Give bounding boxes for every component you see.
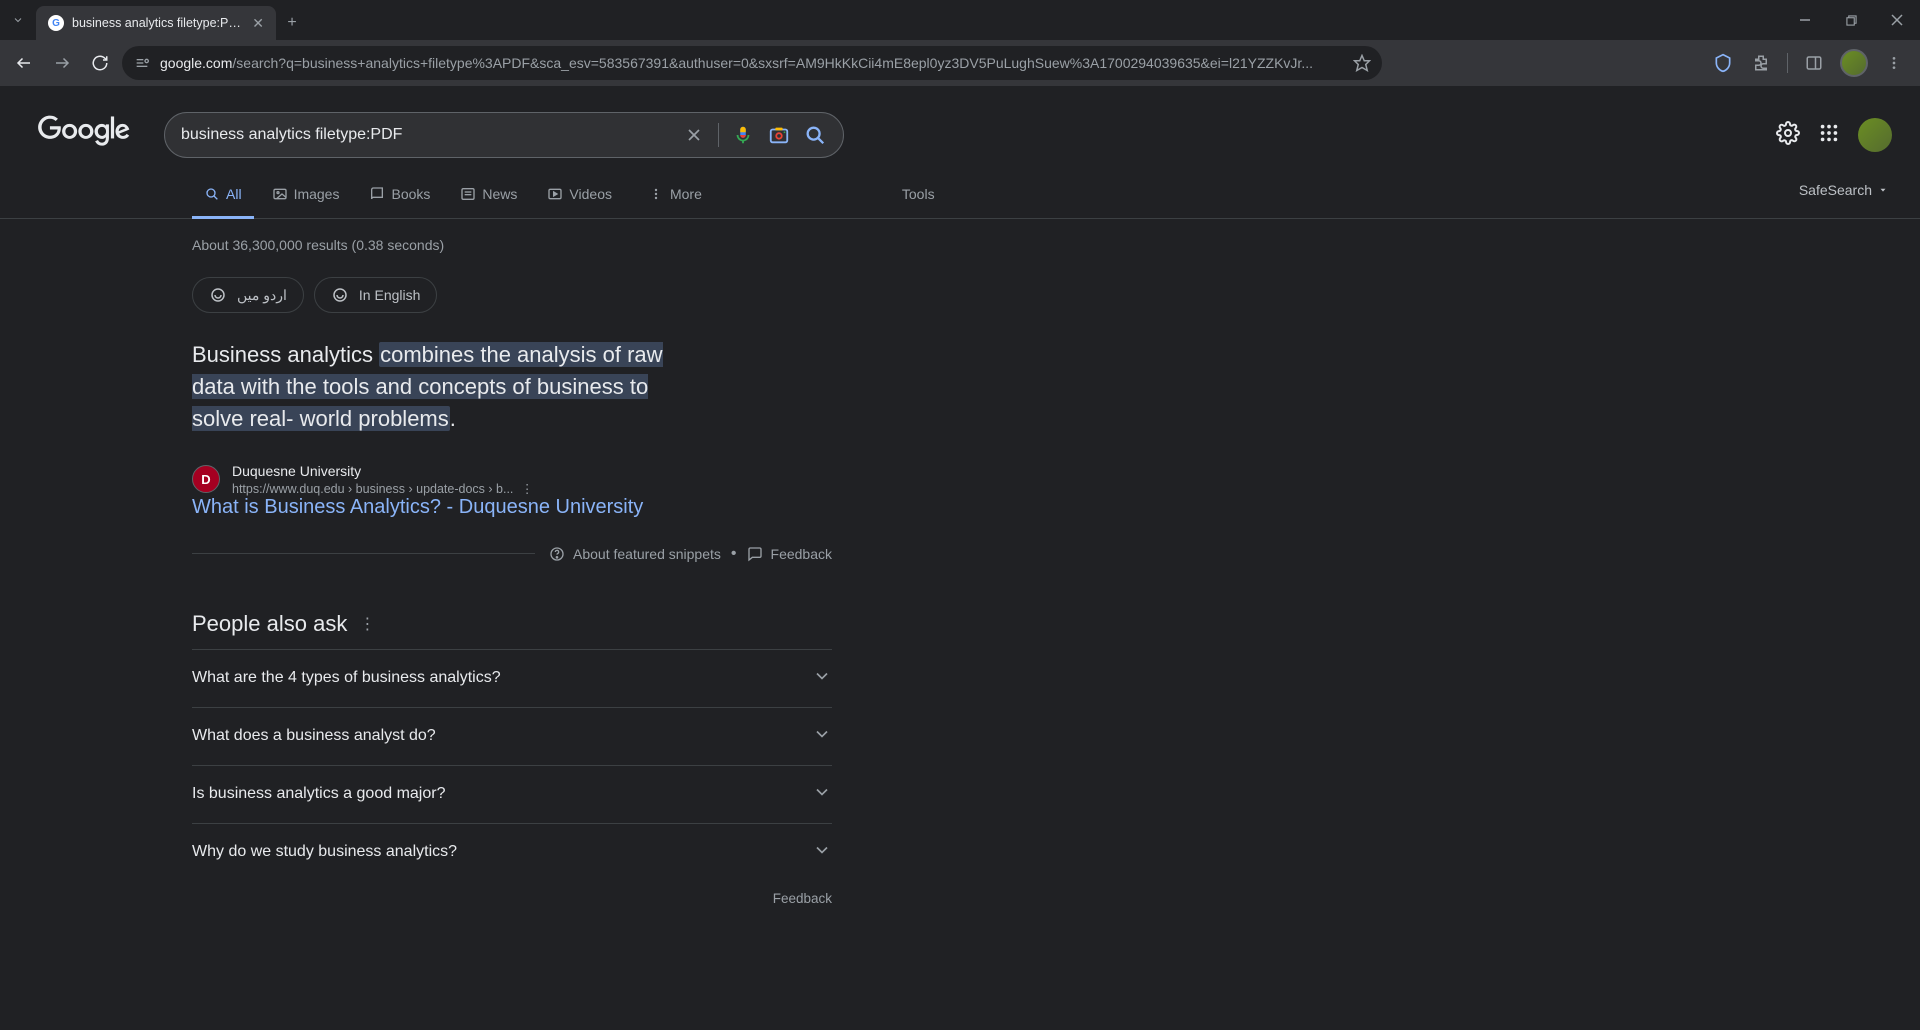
- safesearch-dropdown[interactable]: SafeSearch: [1799, 182, 1888, 212]
- chip-english[interactable]: In English: [314, 277, 437, 313]
- window-controls: [1782, 0, 1920, 40]
- site-info-icon[interactable]: [132, 53, 152, 73]
- search-nav-tabs: All Images Books News Videos More Tools …: [0, 158, 1920, 219]
- source-site-name: Duquesne University: [232, 463, 533, 479]
- about-featured-snippets[interactable]: About featured snippets: [549, 546, 721, 562]
- forward-button[interactable]: [46, 47, 78, 79]
- feedback-link[interactable]: Feedback: [747, 546, 832, 562]
- google-header: [0, 86, 1920, 158]
- featured-snippet: Business analytics combines the analysis…: [192, 339, 680, 435]
- source-menu-icon[interactable]: ⋮: [521, 482, 534, 496]
- new-tab-button[interactable]: +: [276, 6, 308, 40]
- chevron-down-icon: [812, 724, 832, 749]
- paa-item[interactable]: What are the 4 types of business analyti…: [192, 649, 832, 707]
- chrome-menu-icon[interactable]: [1882, 51, 1906, 75]
- browser-toolbar: google.com/search?q=business+analytics+f…: [0, 40, 1920, 86]
- results-area: About 36,300,000 results (0.38 seconds) …: [0, 219, 680, 906]
- tab-videos[interactable]: Videos: [535, 176, 624, 219]
- snippet-source: D Duquesne University https://www.duq.ed…: [192, 463, 680, 496]
- minimize-button[interactable]: [1782, 0, 1828, 40]
- url-text: google.com/search?q=business+analytics+f…: [160, 55, 1344, 71]
- reload-button[interactable]: [84, 47, 116, 79]
- paa-title: People also ask: [192, 611, 347, 637]
- tab-more[interactable]: More: [636, 176, 714, 219]
- image-search-icon[interactable]: [767, 123, 791, 147]
- browser-chrome: G business analytics filetype:PDF ✕ + go…: [0, 0, 1920, 86]
- profile-avatar[interactable]: [1840, 49, 1868, 77]
- search-input[interactable]: [181, 126, 670, 144]
- google-header-right: [1776, 118, 1920, 152]
- google-logo[interactable]: [38, 114, 130, 156]
- chevron-down-icon: [812, 840, 832, 865]
- back-button[interactable]: [8, 47, 40, 79]
- language-chips: اردو میں In English: [192, 277, 680, 313]
- tab-books[interactable]: Books: [357, 176, 442, 219]
- toolbar-separator: [1787, 53, 1788, 73]
- result-title-link[interactable]: What is Business Analytics? - Duquesne U…: [192, 496, 643, 518]
- paa-feedback-link[interactable]: Feedback: [192, 891, 832, 906]
- voice-search-icon[interactable]: [731, 123, 755, 147]
- maximize-button[interactable]: [1828, 0, 1874, 40]
- tools-button[interactable]: Tools: [890, 176, 947, 219]
- tab-images[interactable]: Images: [260, 176, 352, 219]
- titlebar: G business analytics filetype:PDF ✕ +: [0, 0, 1920, 40]
- search-button-icon[interactable]: [803, 123, 827, 147]
- tab-news[interactable]: News: [448, 176, 529, 219]
- source-url: https://www.duq.edu › business › update-…: [232, 481, 533, 496]
- address-bar[interactable]: google.com/search?q=business+analytics+f…: [122, 46, 1382, 80]
- paa-menu-icon[interactable]: ⋮: [359, 614, 375, 634]
- tab-search-dropdown[interactable]: [0, 0, 36, 40]
- paa-item[interactable]: Is business analytics a good major?: [192, 765, 832, 823]
- account-avatar[interactable]: [1858, 118, 1892, 152]
- people-also-ask: People also ask ⋮ What are the 4 types o…: [192, 611, 832, 906]
- google-apps-icon[interactable]: [1818, 122, 1840, 149]
- page-content: All Images Books News Videos More Tools …: [0, 86, 1920, 1030]
- result-stats: About 36,300,000 results (0.38 seconds): [192, 237, 680, 253]
- shield-icon[interactable]: [1711, 51, 1735, 75]
- source-favicon: D: [192, 465, 220, 493]
- bookmark-star-icon[interactable]: [1352, 53, 1372, 73]
- close-window-button[interactable]: [1874, 0, 1920, 40]
- search-bar[interactable]: [164, 112, 844, 158]
- sidepanel-icon[interactable]: [1802, 51, 1826, 75]
- toolbar-right: [1711, 49, 1912, 77]
- google-favicon: G: [48, 15, 64, 31]
- close-tab-icon[interactable]: ✕: [252, 15, 264, 32]
- paa-item[interactable]: What does a business analyst do?: [192, 707, 832, 765]
- clear-icon[interactable]: [682, 123, 706, 147]
- tab-all[interactable]: All: [192, 176, 254, 219]
- chevron-down-icon: [812, 666, 832, 691]
- browser-tab[interactable]: G business analytics filetype:PDF ✕: [36, 6, 276, 40]
- search-separator: [718, 123, 719, 147]
- tab-title: business analytics filetype:PDF: [72, 16, 244, 30]
- extensions-icon[interactable]: [1749, 51, 1773, 75]
- snippet-divider: [192, 553, 535, 554]
- paa-item[interactable]: Why do we study business analytics?: [192, 823, 832, 881]
- chevron-down-icon: [812, 782, 832, 807]
- settings-gear-icon[interactable]: [1776, 121, 1800, 150]
- chip-urdu[interactable]: اردو میں: [192, 277, 304, 313]
